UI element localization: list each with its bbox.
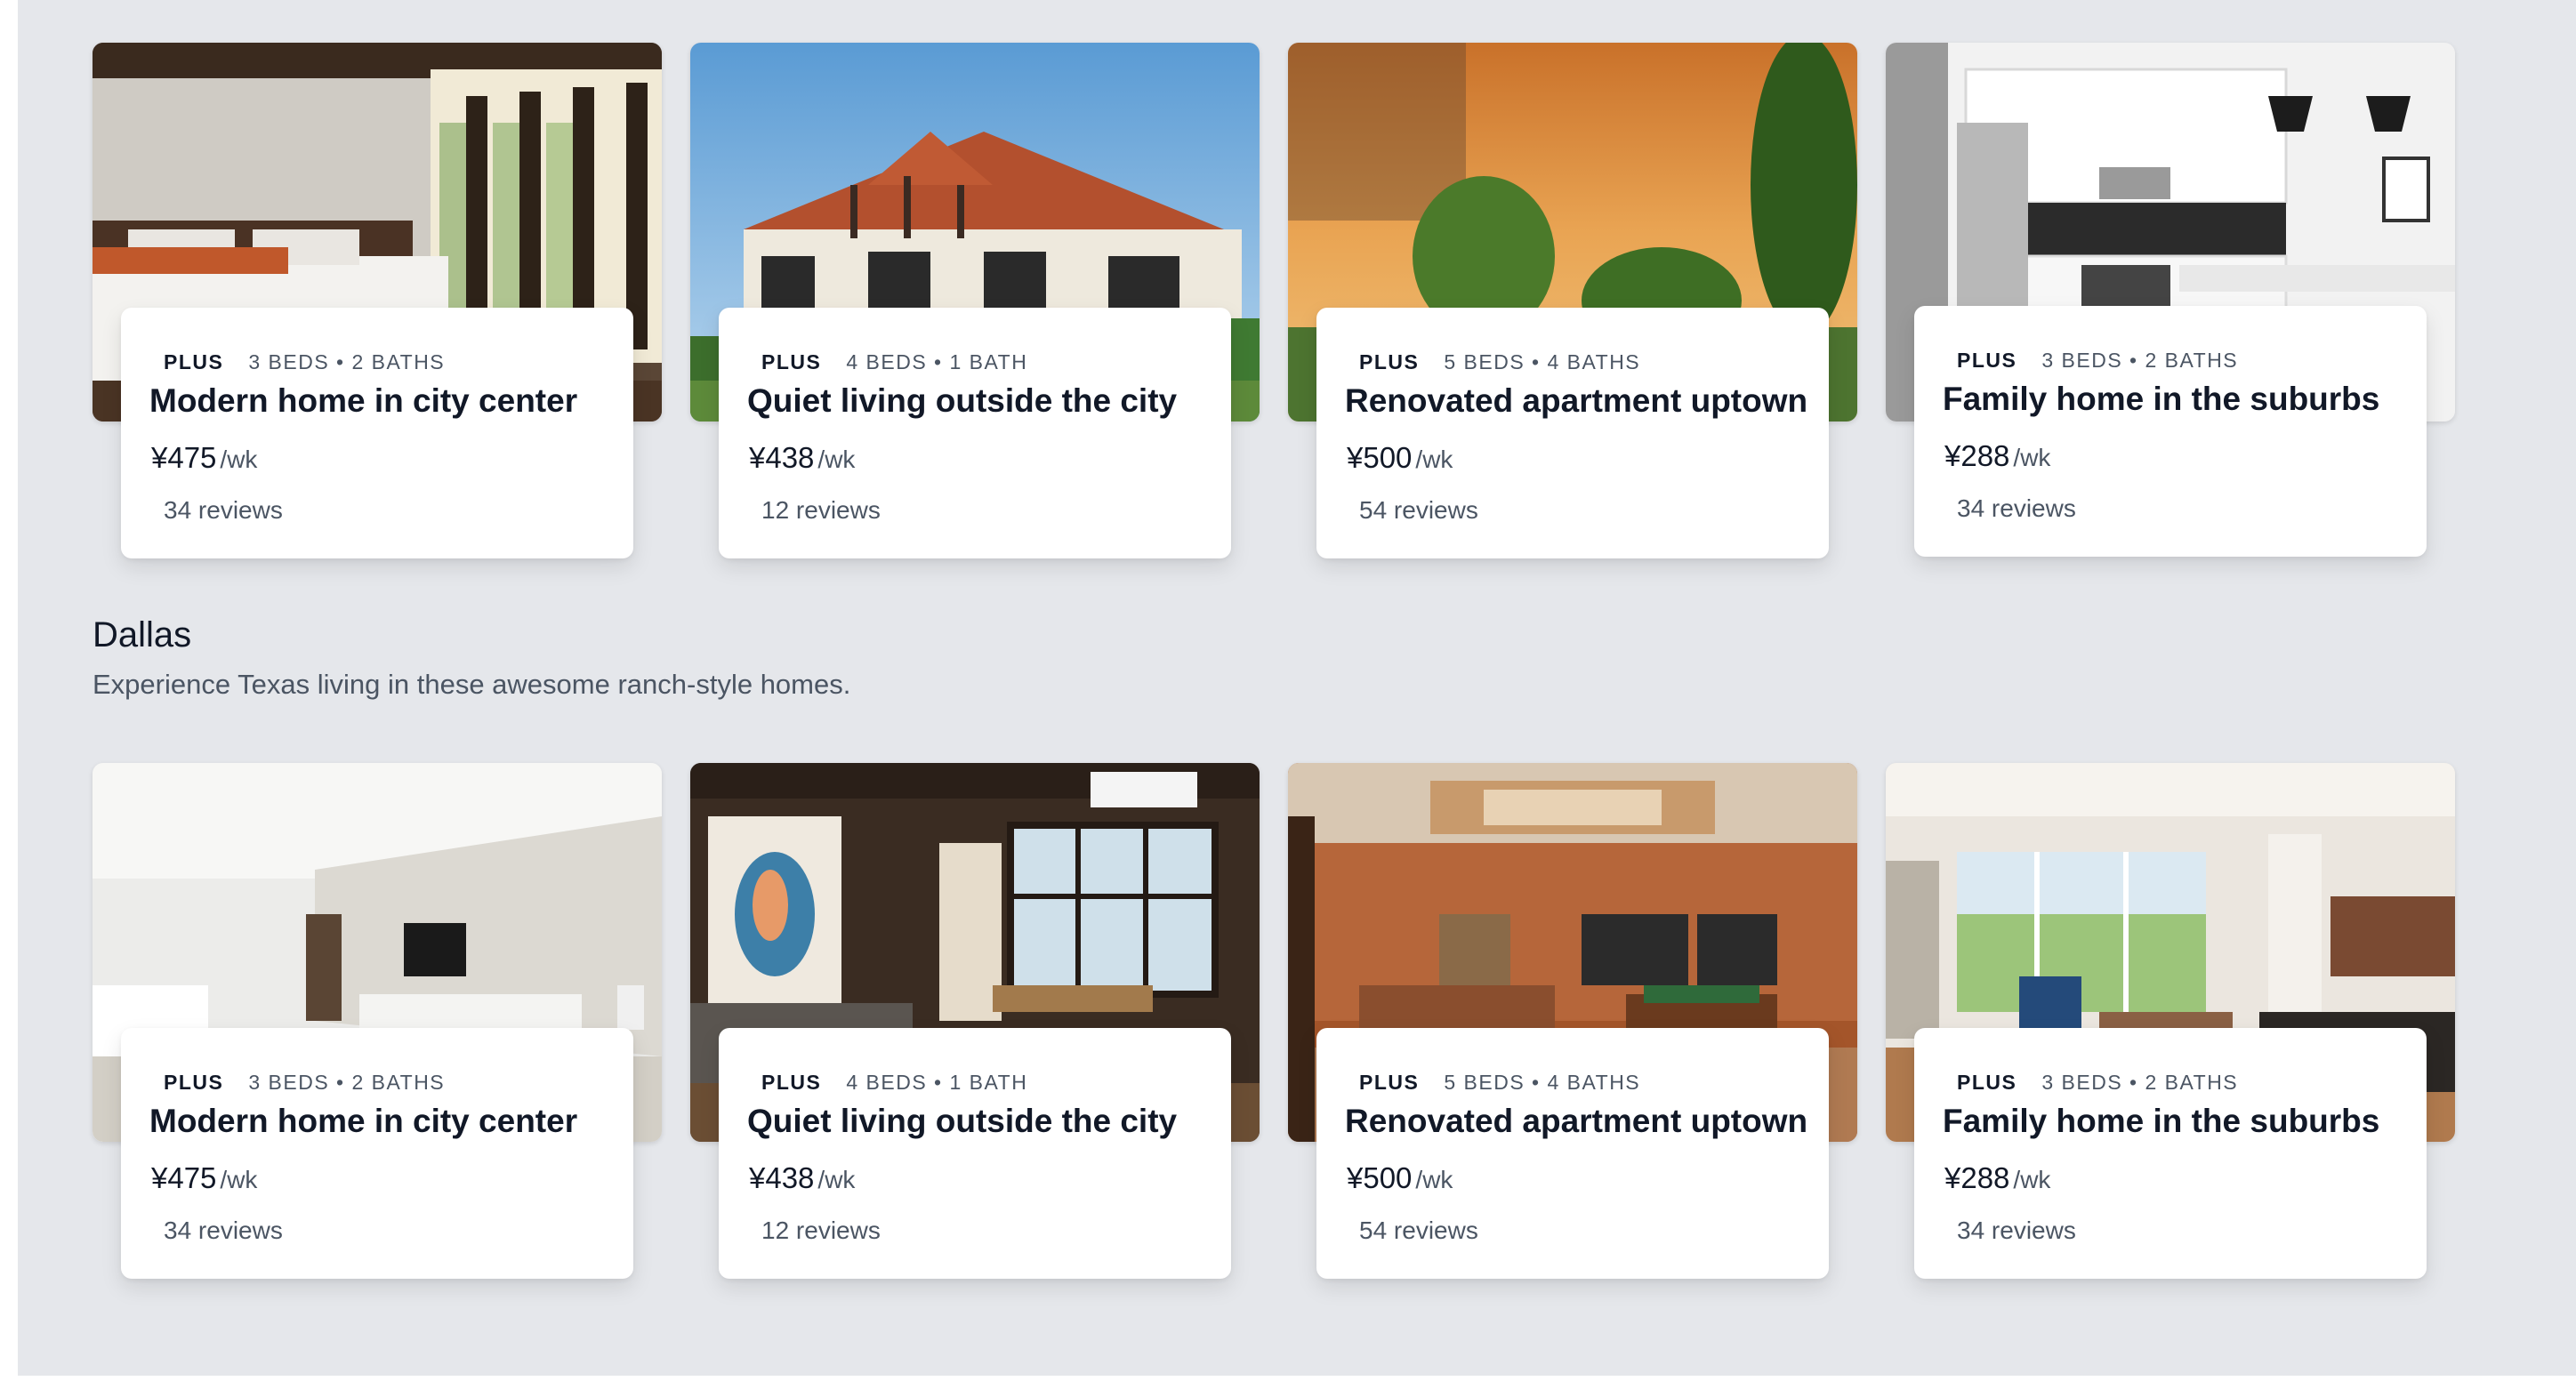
price-amount: ¥288 bbox=[1944, 439, 2010, 472]
listing-title[interactable]: Modern home in city center bbox=[149, 1104, 577, 1137]
listing-reviews[interactable]: 34 reviews bbox=[1957, 1218, 2076, 1243]
price-amount: ¥500 bbox=[1347, 1161, 1413, 1194]
listing-info: PLUS 5 BEDS • 4 BATHS Renovated apartment… bbox=[1316, 1028, 1829, 1279]
listing-info: PLUS 3 BEDS • 2 BATHS Family home in the … bbox=[1914, 1028, 2427, 1279]
listing-title[interactable]: Quiet living outside the city bbox=[747, 1104, 1177, 1137]
listing-specs: 5 BEDS • 4 BATHS bbox=[1444, 1071, 1641, 1094]
listing-card[interactable]: PLUS 3 BEDS • 2 BATHS Family home in the … bbox=[1886, 43, 2455, 558]
listing-reviews[interactable]: 34 reviews bbox=[1957, 496, 2076, 521]
listings-page: PLUS 3 BEDS • 2 BATHS Modern home in city… bbox=[18, 0, 2576, 1376]
listing-info: PLUS 3 BEDS • 2 BATHS Modern home in city… bbox=[121, 1028, 633, 1279]
listing-row: PLUS 3 BEDS • 2 BATHS Modern home in city… bbox=[93, 43, 2459, 558]
listing-price: ¥288/wk bbox=[1944, 1163, 2050, 1192]
listing-title[interactable]: Family home in the suburbs bbox=[1943, 382, 2379, 415]
listing-meta: PLUS 4 BEDS • 1 BATH bbox=[761, 352, 1027, 373]
listing-price: ¥475/wk bbox=[151, 1163, 257, 1192]
listing-specs: 5 BEDS • 4 BATHS bbox=[1444, 350, 1641, 373]
price-period: /wk bbox=[220, 1166, 258, 1193]
listing-price: ¥438/wk bbox=[749, 443, 855, 472]
listing-info: PLUS 3 BEDS • 2 BATHS Family home in the … bbox=[1914, 306, 2427, 557]
plus-badge: PLUS bbox=[1957, 349, 2017, 372]
plus-badge: PLUS bbox=[164, 1071, 224, 1094]
listing-meta: PLUS 5 BEDS • 4 BATHS bbox=[1359, 352, 1640, 373]
listing-specs: 3 BEDS • 2 BATHS bbox=[2041, 1071, 2239, 1094]
listing-title[interactable]: Quiet living outside the city bbox=[747, 384, 1177, 417]
listing-price: ¥500/wk bbox=[1347, 443, 1453, 472]
listing-reviews[interactable]: 12 reviews bbox=[761, 1218, 881, 1243]
price-period: /wk bbox=[2013, 1166, 2051, 1193]
price-amount: ¥438 bbox=[749, 1161, 815, 1194]
listing-meta: PLUS 5 BEDS • 4 BATHS bbox=[1359, 1072, 1640, 1093]
listing-card[interactable]: PLUS 3 BEDS • 2 BATHS Modern home in city… bbox=[93, 763, 662, 1279]
price-period: /wk bbox=[817, 446, 856, 473]
price-period: /wk bbox=[1415, 1166, 1453, 1193]
listing-card[interactable]: PLUS 3 BEDS • 2 BATHS Modern home in city… bbox=[93, 43, 662, 558]
listing-reviews[interactable]: 34 reviews bbox=[164, 498, 283, 523]
price-period: /wk bbox=[2013, 444, 2051, 471]
listing-info: PLUS 4 BEDS • 1 BATH Quiet living outside… bbox=[719, 1028, 1231, 1279]
listing-specs: 4 BEDS • 1 BATH bbox=[846, 1071, 1028, 1094]
listing-info: PLUS 4 BEDS • 1 BATH Quiet living outside… bbox=[719, 308, 1231, 558]
listing-card[interactable]: PLUS 3 BEDS • 2 BATHS Family home in the … bbox=[1886, 763, 2455, 1279]
listing-meta: PLUS 3 BEDS • 2 BATHS bbox=[1957, 350, 2238, 371]
price-period: /wk bbox=[817, 1166, 856, 1193]
listing-specs: 4 BEDS • 1 BATH bbox=[846, 350, 1028, 373]
listing-price: ¥500/wk bbox=[1347, 1163, 1453, 1192]
listing-reviews[interactable]: 54 reviews bbox=[1359, 1218, 1478, 1243]
listing-reviews[interactable]: 54 reviews bbox=[1359, 498, 1478, 523]
listing-price: ¥475/wk bbox=[151, 443, 257, 472]
section-heading: Dallas bbox=[93, 615, 192, 654]
listing-meta: PLUS 4 BEDS • 1 BATH bbox=[761, 1072, 1027, 1093]
price-amount: ¥475 bbox=[151, 441, 217, 474]
listing-meta: PLUS 3 BEDS • 2 BATHS bbox=[1957, 1072, 2238, 1093]
price-amount: ¥500 bbox=[1347, 441, 1413, 474]
section-description: Experience Texas living in these awesome… bbox=[93, 669, 851, 700]
listing-reviews[interactable]: 34 reviews bbox=[164, 1218, 283, 1243]
listing-specs: 3 BEDS • 2 BATHS bbox=[248, 1071, 446, 1094]
listing-title[interactable]: Renovated apartment uptown bbox=[1345, 1104, 1807, 1137]
listing-row: PLUS 3 BEDS • 2 BATHS Modern home in city… bbox=[93, 763, 2459, 1279]
listing-meta: PLUS 3 BEDS • 2 BATHS bbox=[164, 1072, 445, 1093]
plus-badge: PLUS bbox=[164, 350, 224, 373]
price-amount: ¥288 bbox=[1944, 1161, 2010, 1194]
price-amount: ¥438 bbox=[749, 441, 815, 474]
listing-specs: 3 BEDS • 2 BATHS bbox=[2041, 349, 2239, 372]
listing-title[interactable]: Modern home in city center bbox=[149, 384, 577, 417]
price-period: /wk bbox=[1415, 446, 1453, 473]
plus-badge: PLUS bbox=[1957, 1071, 2017, 1094]
plus-badge: PLUS bbox=[1359, 1071, 1420, 1094]
listing-info: PLUS 3 BEDS • 2 BATHS Modern home in city… bbox=[121, 308, 633, 558]
price-period: /wk bbox=[220, 446, 258, 473]
listing-card[interactable]: PLUS 4 BEDS • 1 BATH Quiet living outside… bbox=[690, 763, 1260, 1279]
listing-price: ¥438/wk bbox=[749, 1163, 855, 1192]
plus-badge: PLUS bbox=[761, 350, 822, 373]
listing-title[interactable]: Family home in the suburbs bbox=[1943, 1104, 2379, 1137]
plus-badge: PLUS bbox=[761, 1071, 822, 1094]
listing-specs: 3 BEDS • 2 BATHS bbox=[248, 350, 446, 373]
listing-meta: PLUS 3 BEDS • 2 BATHS bbox=[164, 352, 445, 373]
price-amount: ¥475 bbox=[151, 1161, 217, 1194]
plus-badge: PLUS bbox=[1359, 350, 1420, 373]
listing-reviews[interactable]: 12 reviews bbox=[761, 498, 881, 523]
listing-card[interactable]: PLUS 4 BEDS • 1 BATH Quiet living outside… bbox=[690, 43, 1260, 558]
listing-title[interactable]: Renovated apartment uptown bbox=[1345, 384, 1807, 417]
listing-card[interactable]: PLUS 5 BEDS • 4 BATHS Renovated apartment… bbox=[1288, 43, 1857, 558]
listing-info: PLUS 5 BEDS • 4 BATHS Renovated apartment… bbox=[1316, 308, 1829, 558]
listing-price: ¥288/wk bbox=[1944, 441, 2050, 470]
listing-card[interactable]: PLUS 5 BEDS • 4 BATHS Renovated apartment… bbox=[1288, 763, 1857, 1279]
